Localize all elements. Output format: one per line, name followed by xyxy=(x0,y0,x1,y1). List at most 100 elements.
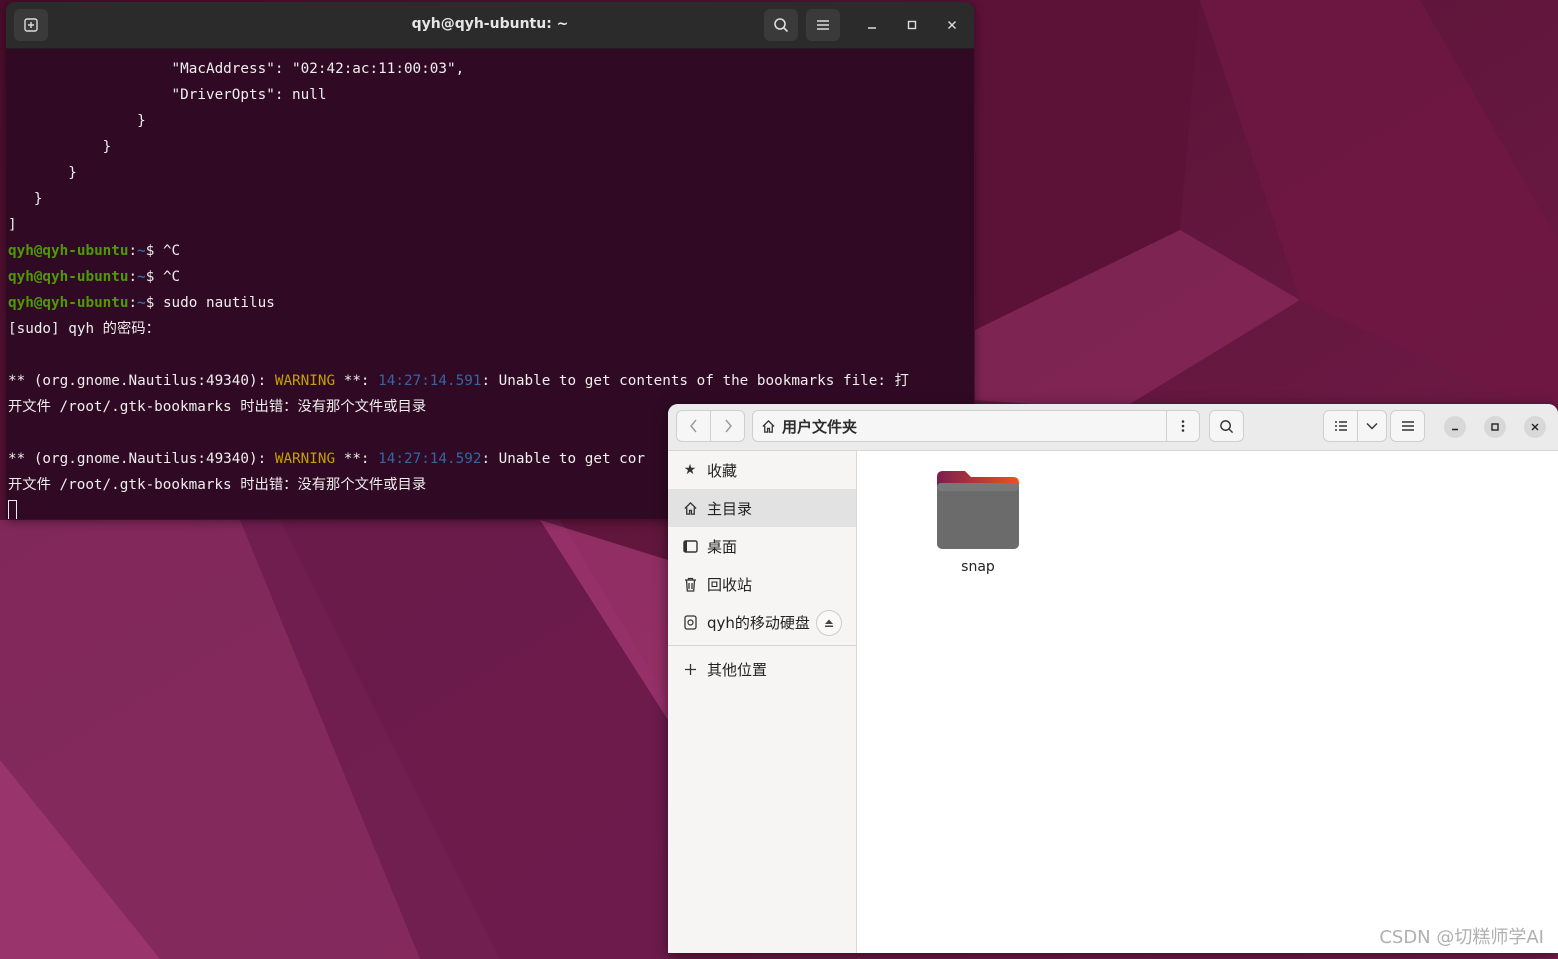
close-button[interactable] xyxy=(1524,416,1546,438)
minimize-icon xyxy=(1452,428,1458,431)
plus-icon xyxy=(682,661,698,677)
warning-timestamp: 14:27:14.591 xyxy=(378,373,482,389)
command-text: sudo nautilus xyxy=(162,295,275,311)
sidebar-item-label: 其他位置 xyxy=(707,660,768,679)
sudo-prompt: [sudo] qyh 的密码： xyxy=(8,321,160,337)
search-icon xyxy=(1220,419,1234,433)
list-view-icon xyxy=(1334,421,1347,431)
maximize-icon xyxy=(1491,423,1499,431)
search-icon xyxy=(774,18,789,33)
warning-line: ** (org.gnome.Nautilus:49340): WARNING *… xyxy=(8,368,974,394)
hamburger-icon xyxy=(817,20,829,30)
minimize-button[interactable] xyxy=(1444,416,1466,438)
path-label: 用户文件夹 xyxy=(782,417,858,436)
close-button[interactable] xyxy=(941,14,963,36)
prompt-user: qyh@qyh-ubuntu xyxy=(8,243,129,259)
maximize-button[interactable] xyxy=(901,14,923,36)
folder-icon xyxy=(937,471,1019,549)
minimize-icon xyxy=(868,27,876,29)
places-sidebar: ★ 收藏 主目录 桌面 回收站 qyh的移动硬盘 其他位置 xyxy=(668,451,857,953)
search-button[interactable] xyxy=(1209,410,1244,442)
files-header: 用户文件夹 xyxy=(668,404,1558,451)
warning-label: WARNING xyxy=(274,373,336,389)
output-line: ] xyxy=(8,217,17,233)
eject-button[interactable] xyxy=(816,610,842,636)
sidebar-item-trash[interactable]: 回收站 xyxy=(668,565,856,603)
prompt-separator: : xyxy=(128,269,138,285)
prompt-path: ~ xyxy=(137,295,146,311)
prompt-dollar: $ xyxy=(145,243,163,259)
prompt-line: qyh@qyh-ubuntu:~$ ^C xyxy=(8,238,974,264)
chevron-right-icon xyxy=(724,419,732,433)
eject-icon xyxy=(825,619,833,627)
prompt-line: qyh@qyh-ubuntu:~$ ^C xyxy=(8,264,974,290)
drive-icon xyxy=(682,614,698,630)
prompt-separator: : xyxy=(128,295,138,311)
sidebar-item-desktop[interactable]: 桌面 xyxy=(668,527,856,565)
sidebar-item-label: 桌面 xyxy=(707,537,738,556)
output-line: } xyxy=(8,113,146,129)
warning-label: WARNING xyxy=(274,451,336,467)
view-options-button[interactable] xyxy=(1357,410,1387,442)
prompt-path: ~ xyxy=(137,243,146,259)
prompt-dollar: $ xyxy=(145,269,163,285)
home-icon xyxy=(682,500,698,516)
sidebar-item-label: qyh的移动硬盘 xyxy=(707,613,810,632)
folder-item[interactable]: snap xyxy=(933,469,1023,575)
command-text: ^C xyxy=(162,269,181,285)
vertical-dots-icon xyxy=(1181,420,1185,432)
sidebar-item-drive[interactable]: qyh的移动硬盘 xyxy=(668,603,856,641)
warning-stars: **: xyxy=(335,373,379,389)
sidebar-item-home[interactable]: 主目录 xyxy=(668,489,856,527)
warning-prefix: ** (org.gnome.Nautilus:49340): xyxy=(8,451,275,467)
output-line: } xyxy=(8,191,43,207)
close-icon xyxy=(1531,423,1539,431)
back-button[interactable] xyxy=(676,410,711,442)
prompt-path: ~ xyxy=(137,269,146,285)
csdn-watermark: CSDN @切糕师学AI xyxy=(1379,927,1544,948)
warning-stars: **: xyxy=(335,451,379,467)
minimize-button[interactable] xyxy=(861,14,883,36)
output-line: "MacAddress": "02:42:ac:11:00:03", xyxy=(8,61,465,77)
terminal-cursor xyxy=(8,500,17,519)
prompt-user: qyh@qyh-ubuntu xyxy=(8,295,129,311)
desktop-icon xyxy=(682,538,698,554)
maximize-icon xyxy=(907,20,917,30)
home-icon xyxy=(762,419,775,433)
sidebar-divider xyxy=(668,645,856,646)
sidebar-item-other-locations[interactable]: 其他位置 xyxy=(668,650,856,688)
warning-prefix: ** (org.gnome.Nautilus:49340): xyxy=(8,373,275,389)
star-icon: ★ xyxy=(683,462,697,478)
chevron-down-icon xyxy=(1366,423,1378,430)
chevron-left-icon xyxy=(689,419,697,433)
terminal-header: qyh@qyh-ubuntu: ~ xyxy=(6,2,974,49)
close-icon xyxy=(948,21,956,29)
path-bar[interactable]: 用户文件夹 xyxy=(752,410,1200,442)
maximize-button[interactable] xyxy=(1484,416,1506,438)
sidebar-item-label: 回收站 xyxy=(707,575,753,594)
prompt-dollar: $ xyxy=(145,295,163,311)
file-view[interactable]: snap xyxy=(857,451,1558,953)
view-list-button[interactable] xyxy=(1323,410,1358,442)
prompt-user: qyh@qyh-ubuntu xyxy=(8,269,129,285)
output-line: } xyxy=(8,139,112,155)
hamburger-icon xyxy=(1401,421,1414,431)
forward-button[interactable] xyxy=(710,410,745,442)
warning-message: : Unable to get cor xyxy=(481,451,645,467)
trash-icon xyxy=(682,576,698,592)
files-window[interactable]: 用户文件夹 ★ 收藏 主目录 桌面 回收站 qyh的移动硬盘 其他位置 snap xyxy=(668,404,1558,953)
warning-timestamp: 14:27:14.592 xyxy=(378,451,482,467)
path-more-button[interactable] xyxy=(1166,411,1199,441)
sidebar-item-starred[interactable]: ★ 收藏 xyxy=(668,451,856,489)
folder-name: snap xyxy=(961,559,995,575)
prompt-line: qyh@qyh-ubuntu:~$ sudo nautilus xyxy=(8,290,974,316)
search-button[interactable] xyxy=(764,9,798,41)
prompt-separator: : xyxy=(128,243,138,259)
output-line: "DriverOpts": null xyxy=(8,87,327,103)
main-menu-button[interactable] xyxy=(1390,410,1425,442)
sidebar-item-label: 主目录 xyxy=(707,499,753,518)
output-line: } xyxy=(8,165,77,181)
menu-button[interactable] xyxy=(806,9,840,41)
path-segment-home[interactable]: 用户文件夹 xyxy=(753,411,1166,441)
